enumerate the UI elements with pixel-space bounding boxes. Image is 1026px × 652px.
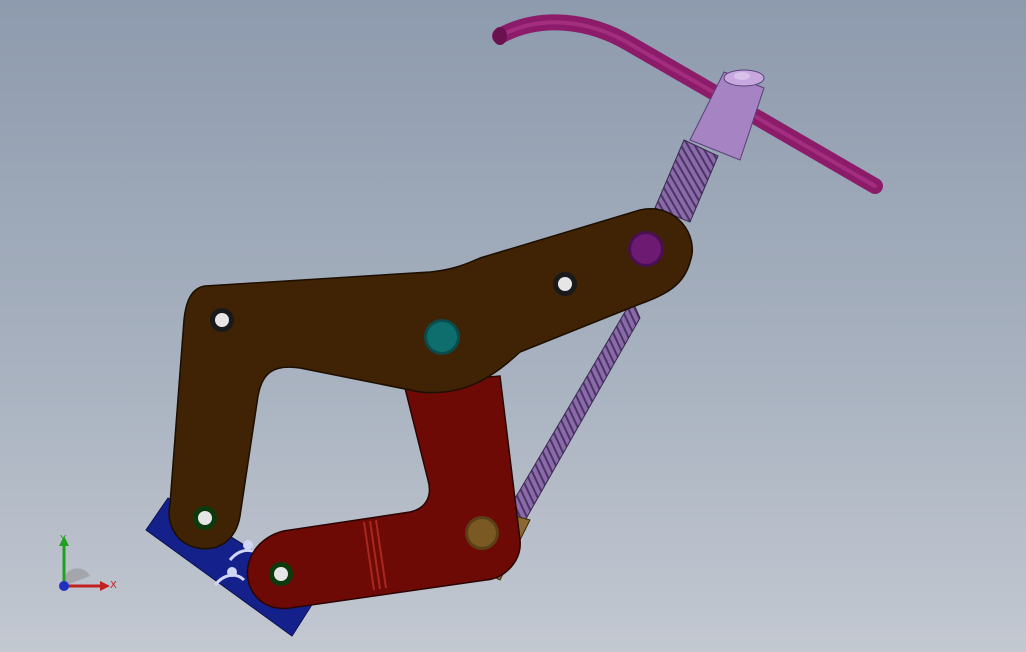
z-axis-dot xyxy=(59,581,69,591)
pin-lower-left xyxy=(193,506,217,530)
pin-right-hole xyxy=(553,272,577,296)
assembly-model-view[interactable] xyxy=(0,0,1026,652)
pin-tan[interactable] xyxy=(465,516,499,550)
pin-center-teal[interactable] xyxy=(424,319,460,355)
graphics-viewport[interactable]: Y X xyxy=(0,0,1026,652)
x-axis-arrow xyxy=(100,581,110,591)
pin-screw-pivot-purple[interactable] xyxy=(628,231,664,267)
pin-upper-left xyxy=(210,308,234,332)
pin-jaw-lower xyxy=(269,562,293,586)
lead-screw[interactable] xyxy=(483,139,719,581)
axis-triad: Y X xyxy=(59,534,117,591)
x-axis-label: X xyxy=(110,580,117,591)
y-axis-label: Y xyxy=(59,534,67,545)
